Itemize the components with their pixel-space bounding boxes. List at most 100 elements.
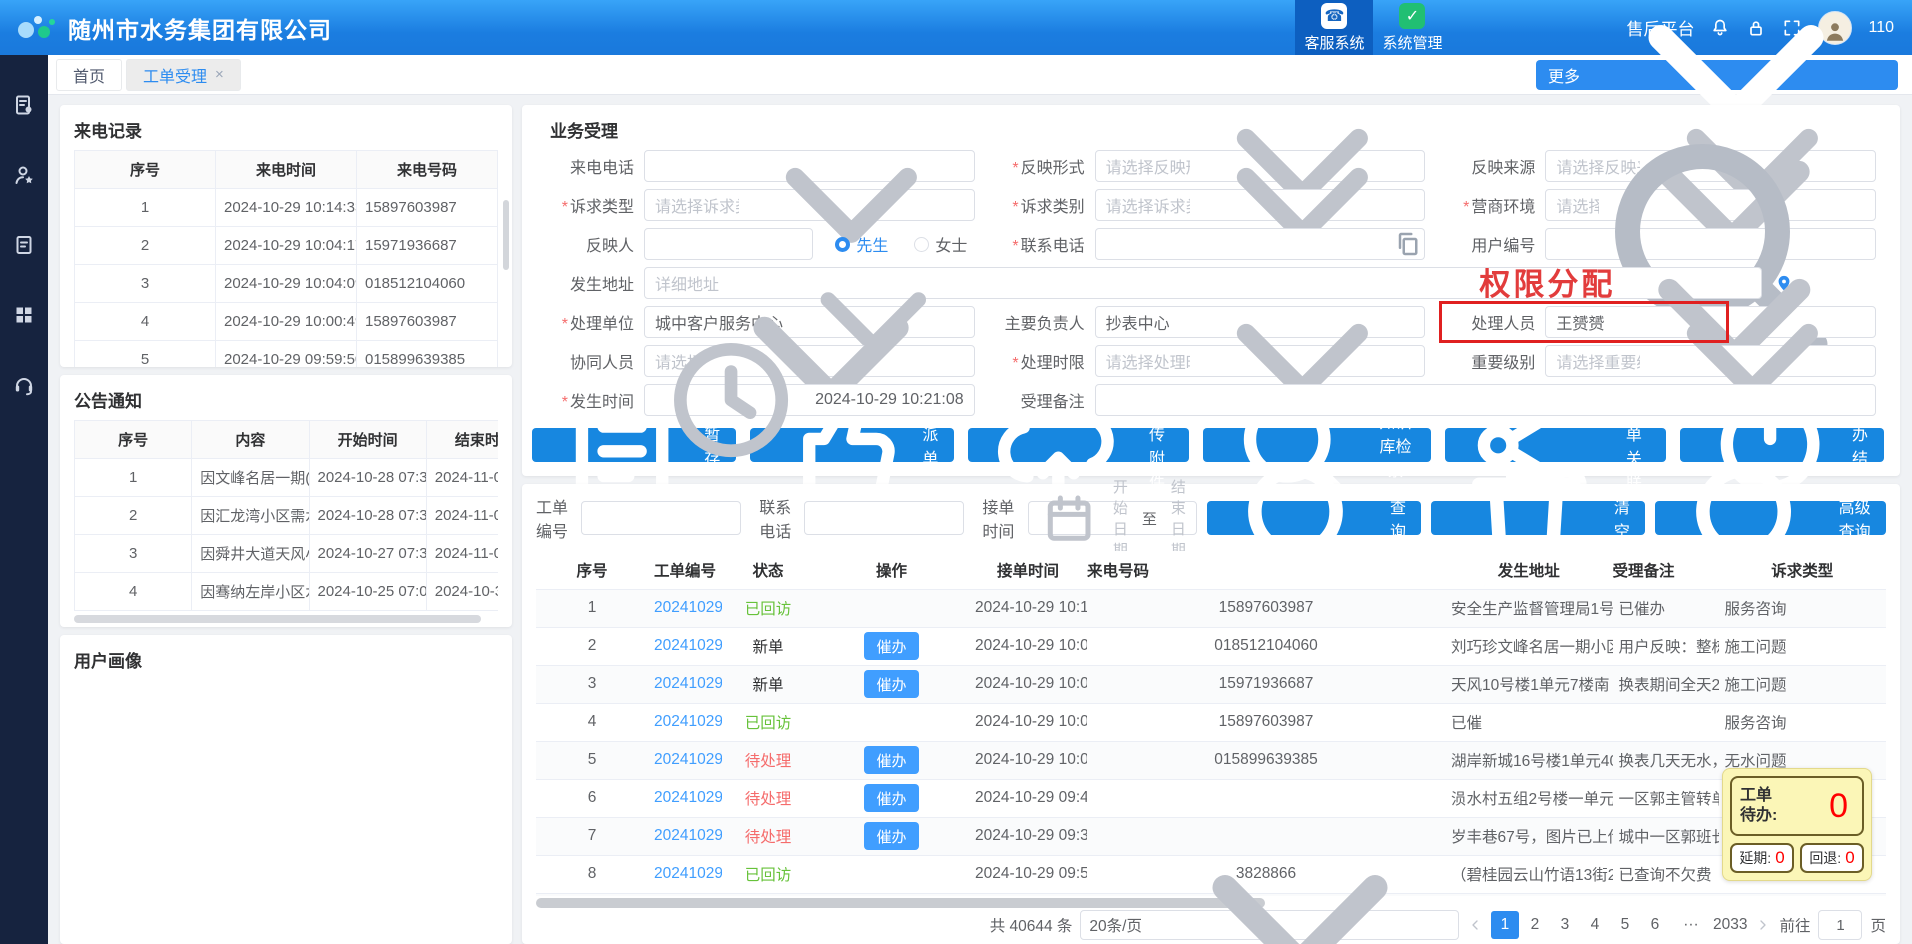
rollback-chip[interactable]: 回退:0 [1800,843,1864,873]
page-number[interactable]: 2 [1521,911,1549,939]
notice-col-header: 结束时间 [426,421,498,459]
call-records-table: 序号来电时间来电号码 1 2024-10-29 10:14:33 1589760… [74,150,498,367]
total-count: 共 40644 条 [990,914,1073,936]
call-record-row[interactable]: 4 2024-10-29 10:00:49 15897603987 [75,303,498,341]
orders-col-header: 发生地址 [1445,551,1613,589]
goto-unit: 页 [1870,914,1886,936]
notice-col-header: 序号 [75,421,192,459]
notice-row[interactable]: 4 因骞纳左岸小区水... 2024-10-25 07:00:00 2024-1… [75,573,499,611]
page-ellipsis[interactable]: ··· [1677,911,1705,939]
call-record-row[interactable]: 2 2024-10-29 10:04:17 15971936687 [75,227,498,265]
app-title: 随州市水务集团有限公司 [68,11,332,45]
todo-main-box[interactable]: 工单待办: 0 [1730,776,1864,836]
order-no-link[interactable]: 20241029023 [654,713,722,730]
filter-phone-input[interactable] [804,501,964,535]
page-number[interactable]: 4 [1581,911,1609,939]
prev-page-icon[interactable] [1467,917,1483,933]
urge-button[interactable]: 催办 [864,784,918,812]
urge-button[interactable]: 催办 [864,746,918,774]
system-tab[interactable]: ☎ 客服系统 [1295,0,1373,55]
start-date-placeholder: 开始日期 [1113,476,1128,560]
status-badge: 已回访 [745,867,792,884]
status-badge: 已回访 [745,601,792,618]
page-number[interactable]: 3 [1551,911,1579,939]
order-no-link[interactable]: 20241029024 [654,675,722,692]
rail-icon[interactable] [12,303,36,327]
receive-time-range-picker[interactable]: 开始日期 至 结束日期 [1028,501,1197,535]
advanced-search-button[interactable]: 高级查询 [1655,501,1886,535]
order-no-link[interactable]: 20241029021 [654,789,722,806]
system-tab-icon: ✓ [1399,3,1425,29]
clear-button[interactable]: 清空 [1431,501,1645,535]
handle-limit-select[interactable]: 请选择处理时限 [1095,345,1426,377]
pagination-bar: 共 40644 条 20条/页 123456 ··· 2033 前往 页 [536,910,1886,944]
occur-time-input[interactable]: 2024-10-29 10:21:08 [644,384,975,416]
orders-col-header: 接单时间 [969,551,1087,589]
order-row[interactable]: 2 20241029025 新单 催办 2024-10-29 10:04:34 … [536,627,1886,665]
appeal-category-select[interactable]: 请选择诉求类别 [1095,189,1426,221]
order-row[interactable]: 1 20241029026 已回访 2024-10-29 10:14:41 15… [536,589,1886,627]
last-page-number[interactable]: 2033 [1713,911,1747,939]
order-row[interactable]: 5 20241029022 待处理 催办 2024-10-29 10:00:06… [536,741,1886,779]
order-no-link[interactable]: 20241029025 [654,637,722,654]
order-no-link[interactable]: 20241029026 [654,599,722,616]
app-root: 随州市水务集团有限公司 ☎ 客服系统 ✓ 系统管理 售后平台 110 [0,0,1912,944]
call-record-row[interactable]: 3 2024-10-29 10:04:09 018512104060 [75,265,498,303]
accept-remark-input[interactable] [1095,384,1876,416]
notice-row[interactable]: 1 因文峰名居一期(... 2024-10-28 07:30:00 2024-1… [75,459,499,497]
order-row[interactable]: 3 20241029024 新单 催办 2024-10-29 10:04:24 … [536,665,1886,703]
page-number[interactable]: 5 [1611,911,1639,939]
status-badge: 已回访 [745,715,792,732]
urge-button[interactable]: 催办 [864,632,918,660]
order-row[interactable]: 4 20241029023 已回访 2024-10-29 10:00:59 15… [536,703,1886,741]
notice-col-header: 内容 [192,421,309,459]
urge-button[interactable]: 催办 [864,670,918,698]
rail-icon[interactable] [12,163,36,187]
orders-col-header: 受理备注 [1613,551,1719,589]
rail-icon[interactable] [12,373,36,397]
filter-order-no-input[interactable] [581,501,741,535]
notices-title: 公告通知 [74,387,498,412]
field-appeal-type: *诉求类型 请选择诉求类型 [532,189,983,221]
importance-select[interactable]: 请选择重要级别 [1545,345,1876,377]
order-no-link[interactable]: 20241029019 [654,865,722,882]
order-no-link[interactable]: 20241029020 [654,827,722,844]
goto-page-input[interactable] [1818,910,1862,940]
orders-col-header: 工单编号 [648,551,722,589]
system-tab[interactable]: ✓ 系统管理 [1373,0,1451,55]
notice-row[interactable]: 2 因汇龙湾小区需水... 2024-10-28 07:30:00 2024-1… [75,497,499,535]
rail-icon[interactable] [12,93,36,117]
notice-row[interactable]: 3 因舜井大道天风小... 2024-10-27 07:30:00 2024-1… [75,535,499,573]
call-col-header: 序号 [75,151,216,189]
call-records-scrollbar[interactable] [503,200,509,270]
order-no-link[interactable]: 20241029022 [654,751,722,768]
chevron-down-icon [1640,249,1865,474]
clock-icon [655,324,807,476]
page-size-select[interactable]: 20条/页 [1080,910,1459,940]
todo-count: 0 [1829,787,1848,826]
call-record-row[interactable]: 5 2024-10-29 09:59:50 015899639385 [75,341,498,368]
page-number[interactable]: 1 [1491,911,1519,939]
next-page-icon[interactable] [1755,917,1771,933]
rail-icon[interactable] [12,233,36,257]
notice-col-header: 开始时间 [309,421,426,459]
search-button[interactable]: 查询 [1207,501,1421,535]
urge-button[interactable]: 催办 [864,822,918,850]
left-icon-rail [0,55,48,944]
chevron-down-icon [1190,249,1415,474]
notices-panel: 公告通知 序号内容开始时间结束时间 1 因文峰名居一期(... [60,375,512,627]
tab-work-order[interactable]: 工单受理 × [126,59,241,91]
appeal-type-select[interactable]: 请选择诉求类型 [644,189,975,221]
tab-close-icon[interactable]: × [215,66,224,83]
orders-col-header: 来电号码 [1087,551,1445,589]
call-record-row[interactable]: 1 2024-10-29 10:14:33 15897603987 [75,189,498,227]
orders-panel: 工单编号 联系电话 接单时间 开始日期 至 结束日期 查询 [522,484,1900,944]
call-col-header: 来电号码 [357,151,498,189]
chevron-down-icon [1150,775,1450,944]
delay-chip[interactable]: 延期:0 [1730,843,1794,873]
page-number[interactable]: 6 [1641,911,1669,939]
tab-home[interactable]: 首页 [56,59,122,91]
notices-scrollbar[interactable] [74,615,481,623]
todo-widget[interactable]: 工单待办: 0 延期:0 回退:0 [1722,768,1872,881]
form-action-button[interactable]: 上传附件 [968,428,1188,462]
